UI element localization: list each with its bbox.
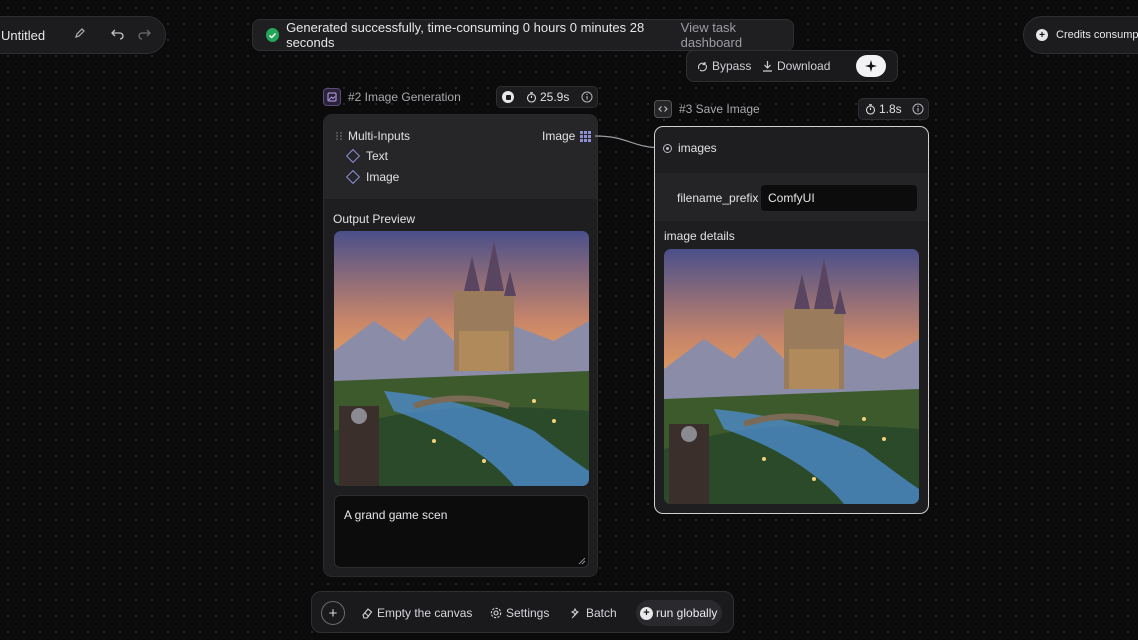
empty-canvas-label: Empty the canvas bbox=[377, 606, 473, 620]
port-diamond-icon bbox=[345, 169, 361, 185]
images-input-port[interactable]: images bbox=[663, 141, 717, 155]
toast-message: Generated successfully, time-consuming 0… bbox=[286, 20, 645, 50]
edit-icon[interactable] bbox=[74, 27, 90, 43]
info-icon[interactable] bbox=[581, 91, 593, 103]
add-node-button[interactable]: + bbox=[321, 592, 345, 634]
gear-icon bbox=[490, 607, 502, 619]
node2-time: 25.9s bbox=[540, 90, 570, 104]
bypass-icon bbox=[697, 61, 708, 72]
multi-inputs-label: Multi-Inputs bbox=[348, 129, 411, 143]
image-node-icon bbox=[323, 88, 341, 106]
node3-header[interactable]: #3 Save Image bbox=[654, 100, 760, 118]
record-icon[interactable] bbox=[502, 91, 514, 103]
batch-icon bbox=[570, 607, 582, 619]
filename-prefix-text: filename_prefix bbox=[677, 191, 759, 205]
sparkle-button[interactable] bbox=[856, 55, 886, 77]
node3-time: 1.8s bbox=[879, 102, 902, 116]
run-globally-label: run globally bbox=[656, 606, 718, 620]
drag-handle-icon[interactable] bbox=[334, 131, 344, 141]
credits-consumption-button[interactable]: + Credits consumption bbox=[1023, 16, 1138, 54]
eraser-icon bbox=[361, 607, 373, 619]
image-input-label: Image bbox=[366, 170, 400, 184]
port-circle-icon bbox=[663, 143, 672, 153]
image-details-label: image details bbox=[664, 229, 735, 243]
filename-prefix-value: ComfyUI bbox=[768, 191, 815, 205]
output-image-label: Image bbox=[542, 129, 576, 143]
download-button[interactable]: Download bbox=[762, 59, 830, 73]
filename-prefix-label: filename_prefix bbox=[677, 191, 758, 205]
node2-timer: 25.9s bbox=[496, 86, 598, 108]
filename-prefix-input[interactable]: ComfyUI bbox=[761, 185, 917, 211]
project-title-bar: Untitled bbox=[0, 16, 166, 54]
resize-handle-icon[interactable] bbox=[578, 557, 586, 565]
saved-image-preview[interactable] bbox=[664, 249, 919, 504]
undo-icon[interactable] bbox=[111, 27, 127, 43]
node3-timer: 1.8s bbox=[858, 98, 929, 120]
batch-button[interactable]: Batch bbox=[570, 592, 617, 634]
output-preview-text: Output Preview bbox=[333, 212, 416, 226]
empty-canvas-button[interactable]: Empty the canvas bbox=[361, 592, 472, 634]
download-icon bbox=[762, 60, 773, 72]
prompt-text: A grand game scen bbox=[344, 508, 448, 522]
node2-header[interactable]: #2 Image Generation bbox=[323, 88, 461, 106]
output-preview-label: Output Preview bbox=[333, 212, 415, 226]
settings-label: Settings bbox=[506, 606, 550, 620]
plus-circle-icon: + bbox=[1036, 29, 1048, 41]
node2-inputs-section: Multi-Inputs Image Text Image bbox=[324, 115, 597, 199]
check-circle-icon bbox=[266, 28, 280, 42]
stopwatch-icon bbox=[526, 91, 537, 103]
project-title[interactable]: Untitled bbox=[1, 28, 45, 43]
text-input-label: Text bbox=[366, 149, 389, 163]
bottom-toolbar: + Empty the canvas Settings Batch + run … bbox=[311, 591, 734, 633]
node3-title: #3 Save Image bbox=[679, 102, 760, 116]
bypass-button[interactable]: Bypass bbox=[697, 59, 751, 73]
prompt-textarea[interactable]: A grand game scen bbox=[334, 495, 589, 568]
settings-button[interactable]: Settings bbox=[490, 592, 549, 634]
save-image-node[interactable]: images filename_prefix ComfyUI image det… bbox=[654, 126, 929, 514]
images-label: images bbox=[678, 141, 717, 155]
view-task-dashboard-link[interactable]: View task dashboard bbox=[681, 20, 793, 50]
multi-inputs-row: Multi-Inputs bbox=[334, 129, 410, 143]
port-diamond-icon bbox=[345, 148, 361, 164]
image-generation-node[interactable]: Multi-Inputs Image Text Image Output Pre… bbox=[323, 114, 598, 577]
success-toast: Generated successfully, time-consuming 0… bbox=[252, 19, 794, 51]
node-toolbar: Bypass Download bbox=[686, 50, 898, 82]
bypass-label: Bypass bbox=[712, 59, 752, 73]
run-globally-button[interactable]: + run globally bbox=[636, 600, 722, 626]
download-label: Download bbox=[777, 59, 831, 73]
plus-circle-icon: + bbox=[640, 606, 653, 620]
stopwatch-icon bbox=[865, 103, 876, 115]
plus-icon: + bbox=[321, 601, 345, 625]
batch-label: Batch bbox=[586, 606, 617, 620]
sparkle-icon bbox=[865, 60, 877, 72]
image-details-text: image details bbox=[664, 229, 735, 243]
output-preview-image[interactable] bbox=[334, 231, 589, 486]
text-input-port[interactable]: Text bbox=[345, 148, 389, 164]
image-input-port[interactable]: Image bbox=[345, 169, 400, 185]
credits-label: Credits consumption bbox=[1056, 29, 1138, 41]
image-output-port[interactable]: Image bbox=[542, 129, 592, 143]
redo-icon[interactable] bbox=[137, 27, 153, 43]
node2-title: #2 Image Generation bbox=[348, 90, 461, 104]
info-icon[interactable] bbox=[912, 103, 924, 115]
code-node-icon bbox=[654, 100, 672, 118]
